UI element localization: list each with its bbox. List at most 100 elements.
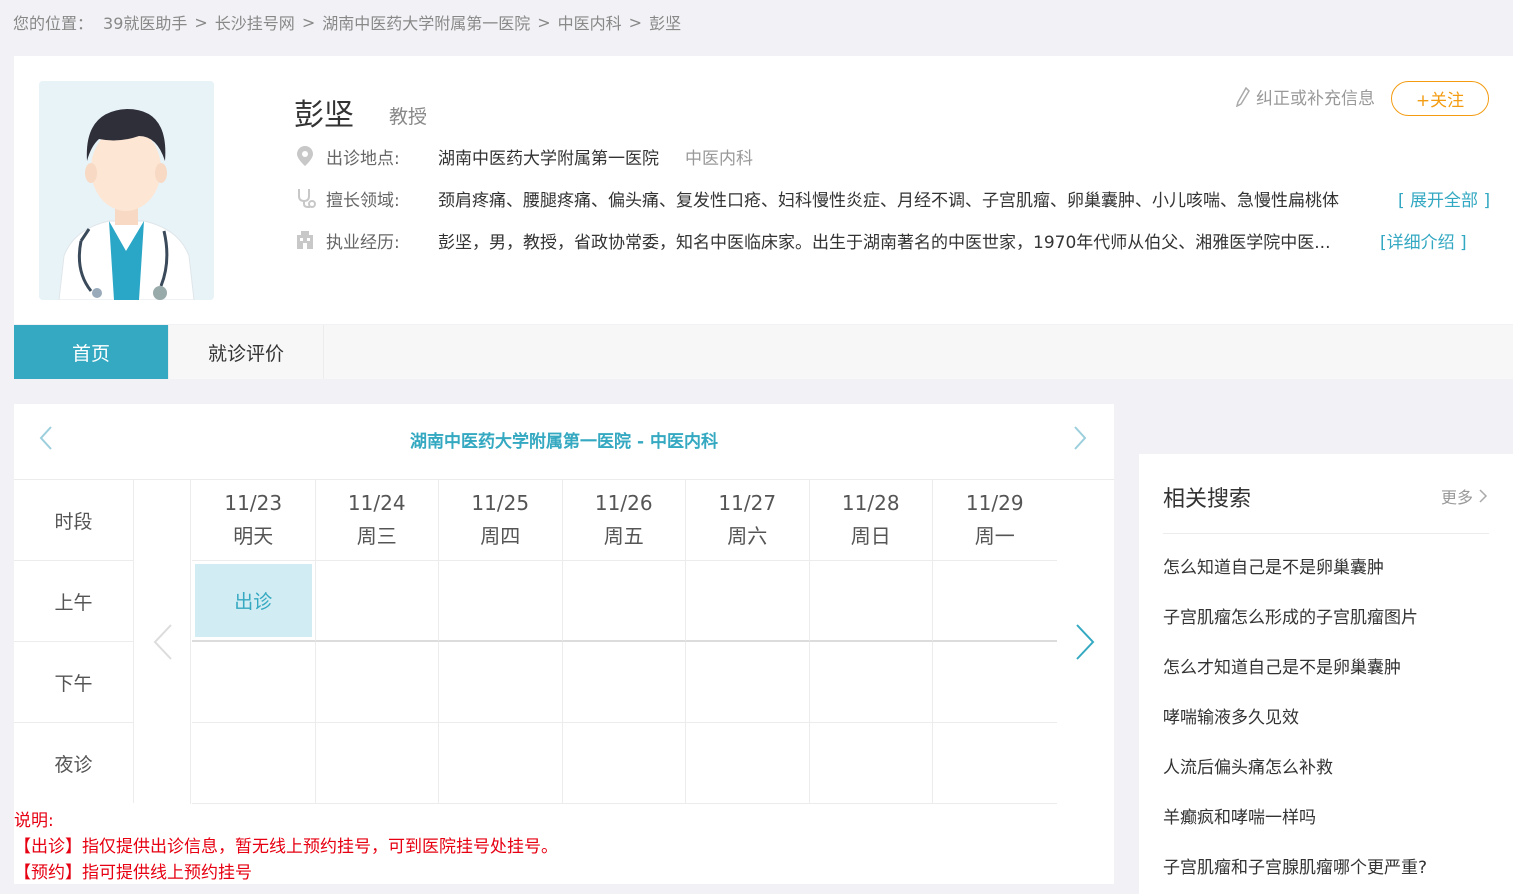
day-weekday: 周三 bbox=[356, 524, 397, 548]
breadcrumb-item-home[interactable]: 39就医助手 bbox=[103, 10, 187, 34]
breadcrumb: 您的位置： 39就医助手 > 长沙挂号网 > 湖南中医药大学附属第一医院 > 中… bbox=[13, 10, 681, 34]
day-header-row: 11/23 明天 11/24 周三 11/25 周四 11/26 周五 11/27 周六 … bbox=[192, 480, 1057, 561]
experience-label: 执业经历: bbox=[326, 232, 400, 253]
day-weekday: 周一 bbox=[974, 524, 1015, 548]
breadcrumb-separator: > bbox=[628, 12, 643, 32]
department-name[interactable]: 中医内科 bbox=[685, 144, 753, 169]
related-search-item[interactable]: 哮喘输液多久见效 bbox=[1163, 706, 1427, 756]
related-search-title: 相关搜索 bbox=[1163, 487, 1252, 512]
related-more-link[interactable]: 更多 bbox=[1441, 484, 1488, 508]
schedule-cell bbox=[686, 561, 810, 642]
day-date: 11/23 bbox=[224, 491, 283, 515]
period-column: 时段 上午 下午 夜诊 bbox=[14, 480, 134, 803]
schedule-cell bbox=[933, 642, 1057, 723]
schedule-cell bbox=[933, 723, 1057, 804]
schedule-cell bbox=[439, 723, 563, 804]
breadcrumb-separator: > bbox=[537, 12, 551, 32]
tab-reviews[interactable]: 就诊评价 bbox=[169, 325, 324, 379]
info-row-skills: 擅长领域: 颈肩疼痛、腰腿疼痛、偏头痛、复发性口疮、妇科慢性炎症、月经不调、子宫… bbox=[294, 185, 1494, 211]
day-weekday: 明天 bbox=[233, 524, 274, 548]
schedule-cell bbox=[562, 642, 686, 723]
period-morning: 上午 bbox=[14, 561, 134, 642]
correct-info-link[interactable]: 纠正或补充信息 bbox=[1236, 84, 1375, 109]
schedule-next-hospital-arrow[interactable] bbox=[1072, 424, 1088, 459]
schedule-cell bbox=[439, 561, 563, 642]
period-afternoon: 下午 bbox=[14, 642, 134, 723]
related-search-item[interactable]: 人流后偏头痛怎么补救 bbox=[1163, 756, 1427, 806]
doctor-title: 教授 bbox=[389, 106, 428, 128]
schedule-cell bbox=[809, 642, 933, 723]
doctor-name: 彭坚 bbox=[294, 98, 354, 133]
related-search-item[interactable]: 子宫肌瘤和子宫腺肌瘤哪个更严重? bbox=[1163, 856, 1427, 894]
pencil-icon bbox=[1236, 86, 1250, 107]
detail-intro-link[interactable]: [详细介绍 ] bbox=[1380, 228, 1467, 253]
notes-title: 说明: bbox=[14, 811, 54, 831]
schedule-title: 湖南中医药大学附属第一医院 - 中医内科 bbox=[410, 432, 718, 452]
day-weekday: 周四 bbox=[480, 524, 521, 548]
day-header: 11/28 周日 bbox=[809, 480, 933, 561]
experience-text: 彭坚，男，教授，省政协常委，知名中医临床家。出生于湖南著名的中医世家，1970年… bbox=[438, 232, 1331, 253]
day-header: 11/26 周五 bbox=[562, 480, 686, 561]
related-search-item[interactable]: 怎么知道自己是不是卵巢囊肿 bbox=[1163, 556, 1427, 606]
schedule-cell bbox=[933, 561, 1057, 642]
day-weekday: 周日 bbox=[850, 524, 891, 548]
stethoscope-icon bbox=[294, 187, 316, 209]
slot-available-button[interactable]: 出诊 bbox=[195, 564, 312, 637]
breadcrumb-item-department[interactable]: 中医内科 bbox=[558, 10, 622, 34]
breadcrumb-item-doctor: 彭坚 bbox=[649, 14, 682, 33]
schedule-cell bbox=[315, 723, 439, 804]
schedule-cell bbox=[809, 561, 933, 642]
doctor-avatar bbox=[39, 81, 214, 300]
day-date: 11/28 bbox=[841, 491, 900, 515]
schedule-prev-week-arrow[interactable] bbox=[152, 622, 174, 673]
schedule-cell bbox=[562, 561, 686, 642]
notes-line-booking: 【预约】指可提供线上预约挂号 bbox=[14, 863, 252, 883]
period-night: 夜诊 bbox=[14, 723, 134, 803]
schedule-cell bbox=[315, 561, 439, 642]
expand-all-link[interactable]: [ 展开全部 ] bbox=[1398, 186, 1490, 211]
day-date: 11/25 bbox=[471, 491, 530, 515]
related-search-item[interactable]: 子宫肌瘤怎么形成的子宫肌瘤图片 bbox=[1163, 606, 1427, 656]
day-header: 11/29 周一 bbox=[933, 480, 1057, 561]
related-search-item[interactable]: 怎么才知道自己是不是卵巢囊肿 bbox=[1163, 656, 1427, 706]
location-label: 出诊地点: bbox=[326, 148, 400, 169]
doctor-card: 彭坚 教授 出诊地点: 湖南中医药大学附属第一医院 中医内科 擅长领域: 颈肩疼… bbox=[14, 56, 1513, 324]
skills-text: 颈肩疼痛、腰腿疼痛、偏头痛、复发性口疮、妇科慢性炎症、月经不调、子宫肌瘤、卵巢囊… bbox=[438, 190, 1339, 211]
breadcrumb-separator: > bbox=[194, 12, 208, 32]
day-weekday: 周五 bbox=[603, 524, 644, 548]
location-pin-icon bbox=[294, 145, 316, 167]
day-date: 11/27 bbox=[718, 491, 777, 515]
breadcrumb-prefix: 您的位置： bbox=[13, 14, 94, 33]
related-search-item[interactable]: 羊癫疯和哮喘一样吗 bbox=[1163, 806, 1427, 856]
schedule-row-night bbox=[192, 723, 1057, 804]
day-header: 11/24 周三 bbox=[315, 480, 439, 561]
schedule-cell bbox=[315, 642, 439, 723]
tab-bar: 首页 就诊评价 bbox=[14, 325, 1513, 379]
breadcrumb-item-city[interactable]: 长沙挂号网 bbox=[215, 10, 295, 34]
info-row-experience: 执业经历: 彭坚，男，教授，省政协常委，知名中医临床家。出生于湖南著名的中医世家… bbox=[294, 227, 1474, 253]
building-icon bbox=[294, 229, 316, 251]
day-weekday: 周六 bbox=[727, 524, 768, 548]
tab-home[interactable]: 首页 bbox=[14, 325, 169, 379]
schedule-grid: 11/23 明天 11/24 周三 11/25 周四 11/26 周五 11/27 周六 … bbox=[192, 480, 1057, 804]
schedule-cell bbox=[562, 723, 686, 804]
schedule-cell: 出诊 bbox=[192, 561, 316, 642]
schedule-cell bbox=[686, 723, 810, 804]
schedule-next-week-arrow[interactable] bbox=[1074, 622, 1096, 673]
hospital-name[interactable]: 湖南中医药大学附属第一医院 bbox=[438, 144, 659, 169]
day-date: 11/26 bbox=[594, 491, 653, 515]
breadcrumb-separator: > bbox=[301, 12, 316, 32]
schedule-row-morning: 出诊 bbox=[192, 561, 1057, 642]
day-date: 11/29 bbox=[965, 491, 1024, 515]
day-header: 11/23 明天 bbox=[192, 480, 316, 561]
skills-label: 擅长领域: bbox=[326, 190, 400, 211]
breadcrumb-item-hospital[interactable]: 湖南中医药大学附属第一医院 bbox=[322, 10, 530, 34]
period-header: 时段 bbox=[14, 480, 134, 561]
related-search-panel: 相关搜索 更多 怎么知道自己是不是卵巢囊肿 子宫肌瘤怎么形成的子宫肌瘤图片 怎么… bbox=[1139, 454, 1513, 894]
schedule-cell bbox=[686, 642, 810, 723]
schedule-row-afternoon bbox=[192, 642, 1057, 723]
divider bbox=[1163, 533, 1489, 534]
follow-button[interactable]: +关注 bbox=[1391, 81, 1489, 116]
day-header: 11/27 周六 bbox=[686, 480, 810, 561]
schedule-cell bbox=[192, 642, 316, 723]
